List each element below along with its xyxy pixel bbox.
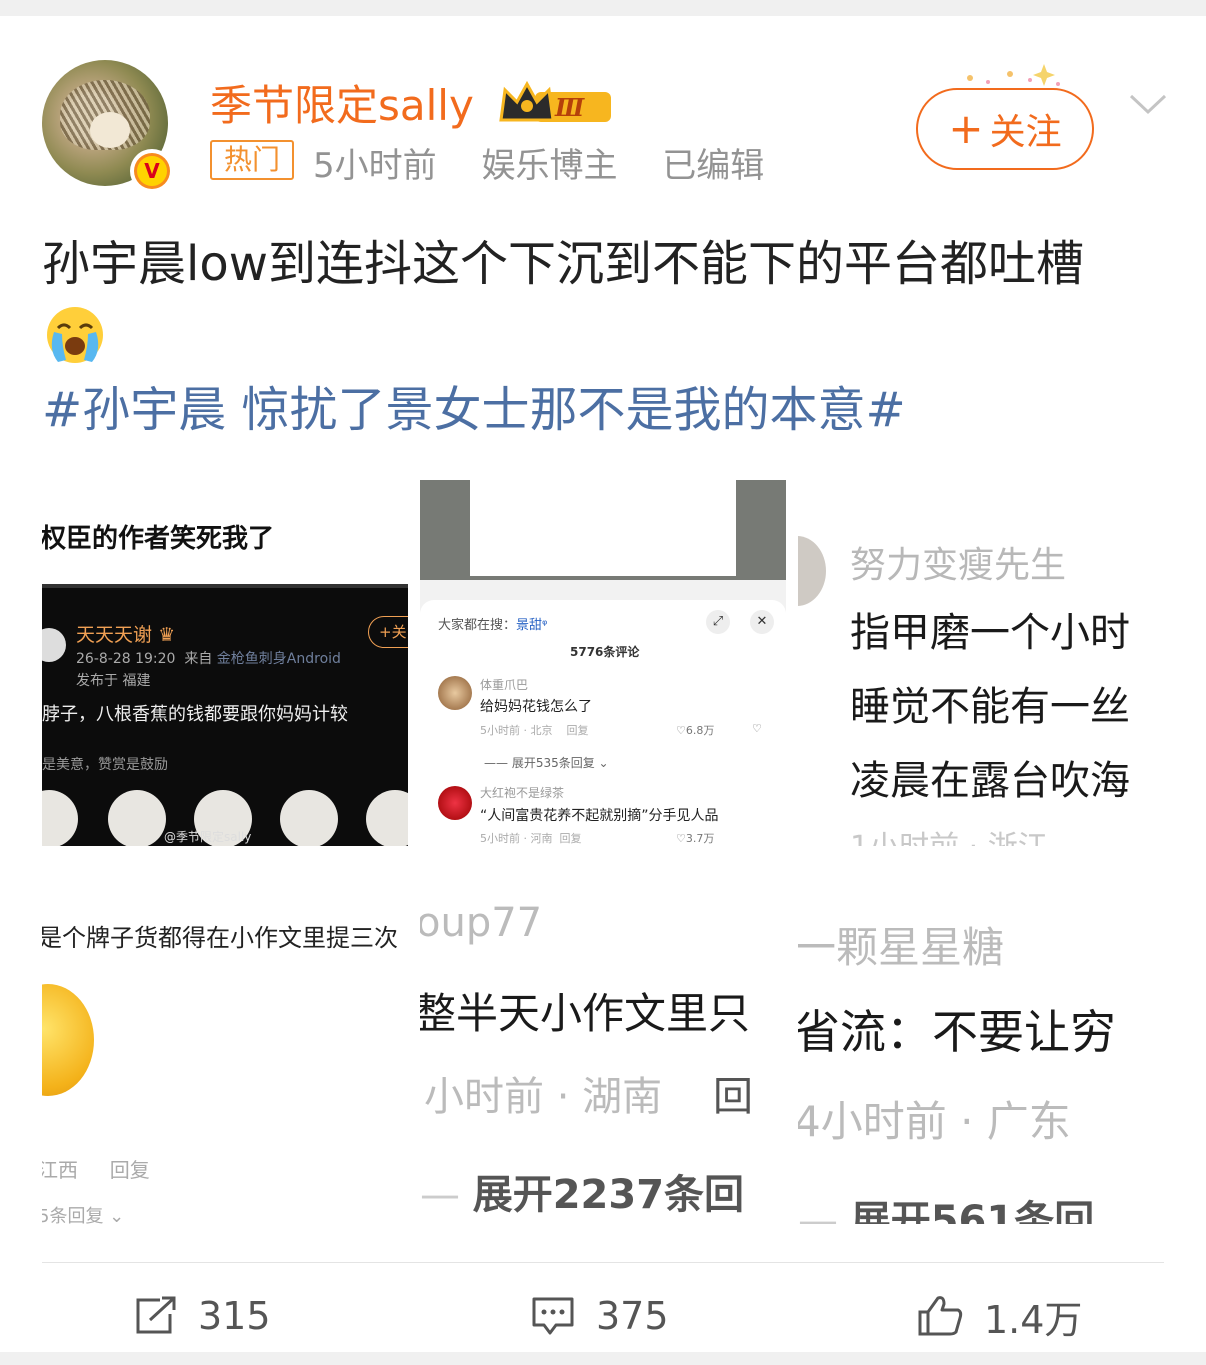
image1-location: 发布于 福建 <box>76 673 151 689</box>
plus-icon: + <box>948 104 984 153</box>
member-level: Ⅲ <box>554 93 585 122</box>
image1-time: 26-8-28 19:20 来自 金枪鱼刺身Android <box>76 651 341 667</box>
post-category: 娱乐博主 <box>481 146 618 186</box>
image1-sub: 是美意，赞赏是鼓励 <box>42 757 168 773</box>
image2-expand-replies: —— 展开535条回复 ⌄ <box>484 756 609 770</box>
post-image-2[interactable]: 大家都在搜：景甜ᵠ ⤢ ✕ 5776条评论 体重爪巴 给妈妈花钱怎么了 5小时前… <box>420 480 786 846</box>
crying-face-emoji-icon <box>47 307 103 363</box>
image3-line1: 指甲磨一个小时 <box>850 610 1130 656</box>
qq-share-icon <box>280 790 338 846</box>
sparkles-decoration-icon <box>967 64 1060 86</box>
verified-badge-icon: V <box>130 149 174 193</box>
image5-text: 整半天小作文里只 <box>420 989 751 1038</box>
image5-meta: 小时前 · 湖南 回 <box>424 1074 754 1120</box>
image4-text: 是个牌子货都得在小作文里提三次 <box>42 924 398 952</box>
crown-icon: ♛ <box>158 624 176 646</box>
repost-icon <box>136 1296 176 1334</box>
post-image-6[interactable]: 一颗星星糖 省流：不要让穷 4小时前 · 广东 — 展开561条回 <box>798 858 1164 1224</box>
image5-username: oup77 <box>420 900 543 946</box>
close-icon: ✕ <box>750 610 774 634</box>
image2-comment2: “人间富贵花养不起就别摘”分手见人品 <box>480 808 719 824</box>
like-count: 1.4万 <box>984 1297 1083 1342</box>
image2-comment1-meta: 5小时前 · 北京 回复 <box>480 724 589 737</box>
post-time: 5小时前 <box>313 146 437 186</box>
image2-comment1: 给妈妈花钱怎么了 <box>480 699 592 715</box>
image3-username: 努力变瘦先生 <box>850 545 1067 586</box>
image5-expand: — 展开2237条回 <box>420 1172 745 1218</box>
image1-follow-button: +关 <box>368 616 408 648</box>
post-image-1[interactable]: 权臣的作者笑死我了 天天天谢 ♛ 26-8-28 19:20 来自 金枪鱼刺身A… <box>42 480 408 846</box>
hot-tag: 热门 <box>210 140 294 180</box>
image2-comment2-meta: 5小时前 · 河南 回复 <box>480 832 582 845</box>
hashtag-topic[interactable]: #孙宇晨 惊扰了景女士那不是我的本意# <box>42 378 906 442</box>
repost-count: 315 <box>198 1294 271 1338</box>
thumbs-up-icon <box>918 1296 963 1336</box>
image2-video-frame <box>470 480 736 576</box>
image2-commenter2-avatar <box>438 786 472 820</box>
chevron-down-icon[interactable] <box>1128 88 1168 118</box>
image4-meta: 江西 回复 <box>42 1158 150 1182</box>
edited-label[interactable]: 已编辑 <box>662 146 764 186</box>
image2-comment2-likes: ♡3.7万 <box>676 832 715 845</box>
image1-body: 脖子，八根香蕉的钱都要跟你妈妈计较 <box>42 704 348 725</box>
image6-meta: 4小时前 · 广东 <box>798 1097 1071 1146</box>
post-image-5[interactable]: oup77 整半天小作文里只 小时前 · 湖南 回 — 展开2237条回 <box>420 858 786 1224</box>
dislike-icon: ♡ <box>752 722 762 735</box>
member-crown-icon[interactable]: Ⅲ <box>497 76 615 130</box>
follow-label: 关注 <box>989 112 1062 153</box>
divider <box>42 1262 1164 1263</box>
image2-comment1-likes: ♡6.8万 <box>676 724 715 737</box>
image1-dark-panel: 天天天谢 ♛ 26-8-28 19:20 来自 金枪鱼刺身Android 发布于… <box>42 584 408 846</box>
image1-username: 天天天谢 ♛ <box>76 624 176 646</box>
comment-icon <box>532 1297 574 1335</box>
image2-comment-count: 5776条评论 <box>570 645 640 659</box>
vplus-share-icon <box>42 790 78 846</box>
image6-expand: — 展开561条回 <box>798 1198 1095 1224</box>
like-button[interactable]: 1.4万 <box>916 1286 1082 1346</box>
follow-button[interactable]: + 关注 <box>916 88 1094 170</box>
comment-count: 375 <box>596 1294 669 1338</box>
save-share-icon <box>366 790 408 846</box>
image2-search-bar: 大家都在搜：景甜ᵠ <box>438 618 548 633</box>
image4-expand: 5条回复 ⌄ <box>42 1206 125 1224</box>
post-image-3[interactable]: 努力变瘦先生 指甲磨一个小时 睡觉不能有一丝 凌晨在露台吹海 1小时前 · 浙江 <box>798 480 1164 846</box>
image2-commenter1-avatar <box>438 676 472 710</box>
post-text: 孙宇晨low到连抖这个下沉到不能下的平台都吐槽 <box>42 236 1084 292</box>
wechat-share-icon <box>108 790 166 846</box>
post-image-4[interactable]: 是个牌子货都得在小作文里提三次 江西 回复 5条回复 ⌄ <box>42 858 408 1224</box>
image6-username: 一颗星星糖 <box>798 923 1005 972</box>
image1-avatar <box>42 628 66 662</box>
username[interactable]: 季节限定sally <box>210 72 474 133</box>
laughing-emoji-icon <box>42 984 94 1096</box>
image1-title: 权臣的作者笑死我了 <box>42 524 275 554</box>
comment-button[interactable]: 375 <box>530 1286 669 1346</box>
image1-watermark: @季节限定sally <box>164 830 252 844</box>
image3-meta: 1小时前 · 浙江 <box>850 822 1048 846</box>
image6-text: 省流：不要让穷 <box>798 1005 1116 1059</box>
repost-button[interactable]: 315 <box>134 1286 271 1346</box>
image3-line2: 睡觉不能有一丝 <box>850 684 1130 730</box>
image2-commenter2: 大红袍不是绿茶 <box>480 786 565 800</box>
post-meta: 5小时前 娱乐博主 已编辑 <box>313 138 784 187</box>
image3-line3: 凌晨在露台吹海 <box>850 758 1130 804</box>
image2-commenter1: 体重爪巴 <box>480 678 529 692</box>
image3-avatar <box>798 536 826 606</box>
expand-icon: ⤢ <box>706 610 730 634</box>
weibo-post-card: V 季节限定sally Ⅲ 热门 5小时前 娱乐博主 已编辑 + 关注 孙宇晨l… <box>0 16 1206 1352</box>
